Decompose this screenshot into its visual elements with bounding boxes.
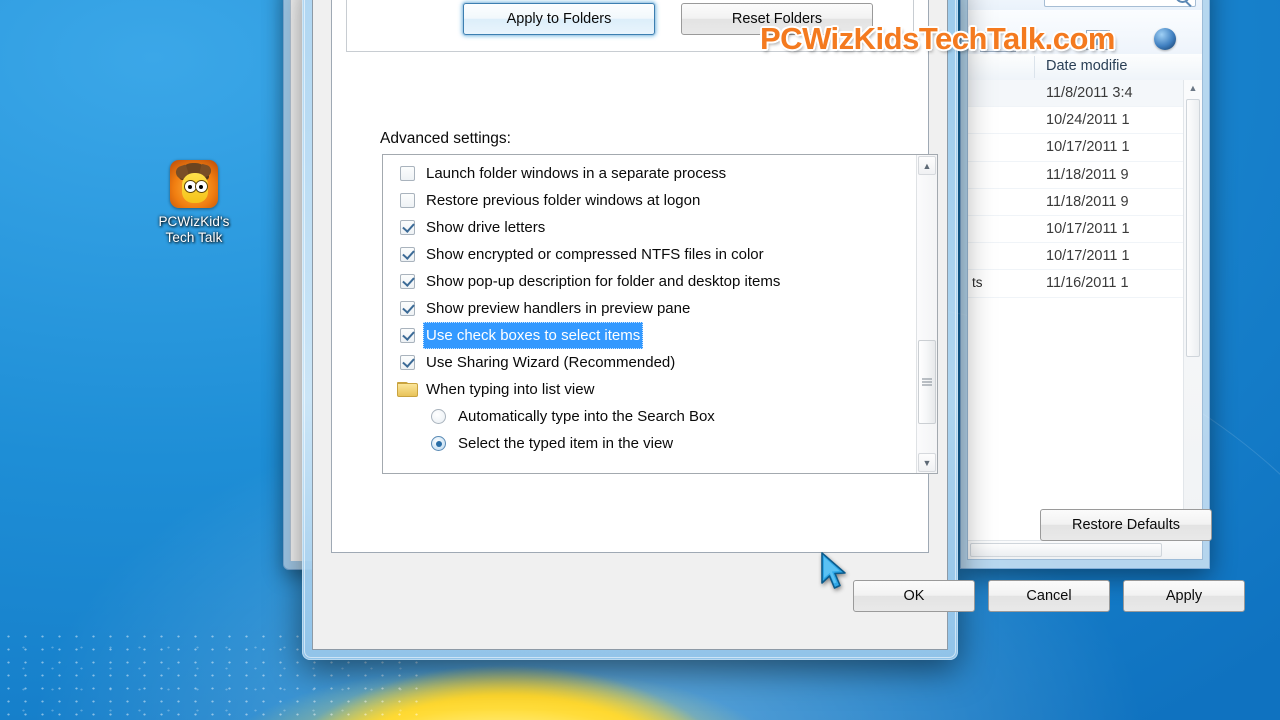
list-item[interactable]: Show drive letters	[383, 214, 937, 241]
checkbox-checked-icon[interactable]	[400, 247, 415, 262]
folder-icon	[397, 382, 418, 397]
checkbox-checked-icon[interactable]	[400, 274, 415, 289]
advanced-settings-list[interactable]: Launch folder windows in a separate proc…	[382, 154, 938, 474]
list-item[interactable]: Restore previous folder windows at logon	[383, 187, 937, 214]
file-date: 10/17/2011 1	[1046, 220, 1130, 237]
file-date: 10/17/2011 1	[1046, 248, 1130, 265]
column-header-date-modified[interactable]: Date modifie	[1046, 58, 1127, 74]
list-item-group[interactable]: When typing into list view	[383, 376, 937, 403]
list-item-label: Select the typed item in the view	[458, 435, 674, 452]
search-icon	[1175, 0, 1190, 3]
view-tab-page: You can apply the view (such as Details …	[331, 0, 938, 553]
explorer-vertical-scrollbar[interactable]: ▲ ▼	[1183, 80, 1202, 523]
scrollbar-thumb[interactable]	[970, 543, 1162, 557]
file-date: 11/8/2011 3:4	[1046, 85, 1133, 101]
scrollbar-grip-icon	[922, 378, 932, 386]
list-item-label: Use check boxes to select items	[423, 322, 644, 349]
list-item[interactable]: Use Sharing Wizard (Recommended)	[383, 349, 937, 376]
table-row[interactable]: 10/24/2011 1	[968, 107, 1202, 135]
cancel-button[interactable]: Cancel	[988, 580, 1110, 612]
list-item-label: Launch folder windows in a separate proc…	[426, 165, 727, 182]
list-item[interactable]: Launch folder windows in a separate proc…	[383, 160, 937, 187]
desktop-shortcut-pcwizkid[interactable]: PCWizKid's Tech Talk	[133, 160, 255, 246]
table-row[interactable]: 11/8/2011 3:4	[968, 80, 1202, 108]
scroll-down-arrow-icon[interactable]: ▼	[918, 453, 936, 472]
pcwizkid-avatar-icon	[170, 160, 218, 208]
restore-defaults-button[interactable]: Restore Defaults	[1040, 509, 1212, 541]
checkbox-checked-icon[interactable]	[400, 355, 415, 370]
list-item-label: Automatically type into the Search Box	[458, 408, 715, 425]
checkbox-unchecked-icon[interactable]	[400, 166, 415, 181]
radio-selected-icon[interactable]	[431, 436, 446, 451]
list-item-label: Show preview handlers in preview pane	[426, 300, 691, 317]
list-item[interactable]: Automatically type into the Search Box	[383, 403, 937, 430]
scroll-up-arrow-icon[interactable]: ▲	[1184, 80, 1202, 97]
ok-button[interactable]: OK	[853, 580, 975, 612]
table-row[interactable]: 11/18/2011 9	[968, 162, 1202, 189]
checkbox-checked-icon[interactable]	[400, 301, 415, 316]
list-item-selected[interactable]: Use check boxes to select items	[383, 322, 937, 349]
column-divider	[1034, 56, 1035, 78]
desktop-shortcut-label-line1: PCWizKid's	[158, 214, 230, 229]
list-item[interactable]: Show preview handlers in preview pane	[383, 295, 937, 322]
watermark-text: PCWizKidsTechTalk.com	[760, 21, 1115, 56]
advanced-list-scrollbar[interactable]: ▲ ▼	[916, 155, 937, 473]
advanced-settings-label: Advanced settings:	[380, 130, 511, 147]
file-date: 10/24/2011 1	[1046, 112, 1130, 129]
list-item[interactable]: Select the typed item in the view	[383, 430, 937, 457]
explorer-horizontal-scrollbar[interactable]	[968, 540, 1202, 559]
file-name: ts	[972, 275, 983, 291]
radio-unselected-icon[interactable]	[431, 409, 446, 424]
table-row[interactable]: 11/18/2011 9	[968, 189, 1202, 216]
checkbox-unchecked-icon[interactable]	[400, 193, 415, 208]
list-item[interactable]: Show encrypted or compressed NTFS files …	[383, 241, 937, 268]
list-item-label: When typing into list view	[426, 381, 595, 398]
file-date: 11/18/2011 9	[1046, 166, 1129, 183]
checkbox-checked-icon[interactable]	[400, 220, 415, 235]
explorer-column-header: Date modifie	[968, 54, 1202, 81]
desktop-shortcut-label-line2: Tech Talk	[165, 230, 223, 245]
table-row[interactable]: 10/17/2011 1	[968, 243, 1202, 271]
avatar-eye-right	[195, 180, 208, 193]
apply-button[interactable]: Apply	[1123, 580, 1245, 612]
scroll-up-arrow-icon[interactable]: ▲	[918, 156, 936, 175]
scrollbar-thumb[interactable]	[1186, 99, 1200, 357]
list-item-label: Use Sharing Wizard (Recommended)	[426, 354, 676, 371]
list-item[interactable]: Show pop-up description for folder and d…	[383, 268, 937, 295]
list-item-label: Show encrypted or compressed NTFS files …	[426, 246, 764, 263]
search-input[interactable]	[1044, 0, 1196, 7]
table-row[interactable]: 10/17/2011 1	[968, 216, 1202, 244]
list-item-label: Show pop-up description for folder and d…	[426, 273, 781, 290]
folder-options-dialog[interactable]: You can apply the view (such as Details …	[302, 0, 1245, 660]
table-row[interactable]: ts 11/16/2011 1	[968, 270, 1202, 298]
explorer-window[interactable]: Date modifie 11/8/2011 3:4 10/24/2011 1 …	[960, 0, 1210, 569]
file-date: 11/16/2011 1	[1046, 275, 1129, 292]
apply-to-folders-button[interactable]: Apply to Folders	[463, 3, 655, 35]
file-date: 11/18/2011 9	[1046, 193, 1129, 210]
list-item-label: Show drive letters	[426, 219, 546, 236]
checkbox-checked-icon[interactable]	[400, 328, 415, 343]
explorer-client-area: Date modifie 11/8/2011 3:4 10/24/2011 1 …	[967, 0, 1203, 560]
file-date: 10/17/2011 1	[1046, 139, 1130, 156]
list-item-label: Restore previous folder windows at logon	[426, 192, 701, 209]
explorer-file-list[interactable]: 11/8/2011 3:4 10/24/2011 1 10/17/2011 1 …	[968, 80, 1202, 523]
dialog-body: You can apply the view (such as Details …	[312, 0, 1245, 650]
help-icon[interactable]	[1154, 28, 1176, 50]
table-row[interactable]: 10/17/2011 1	[968, 134, 1202, 162]
scrollbar-thumb[interactable]	[918, 340, 936, 424]
